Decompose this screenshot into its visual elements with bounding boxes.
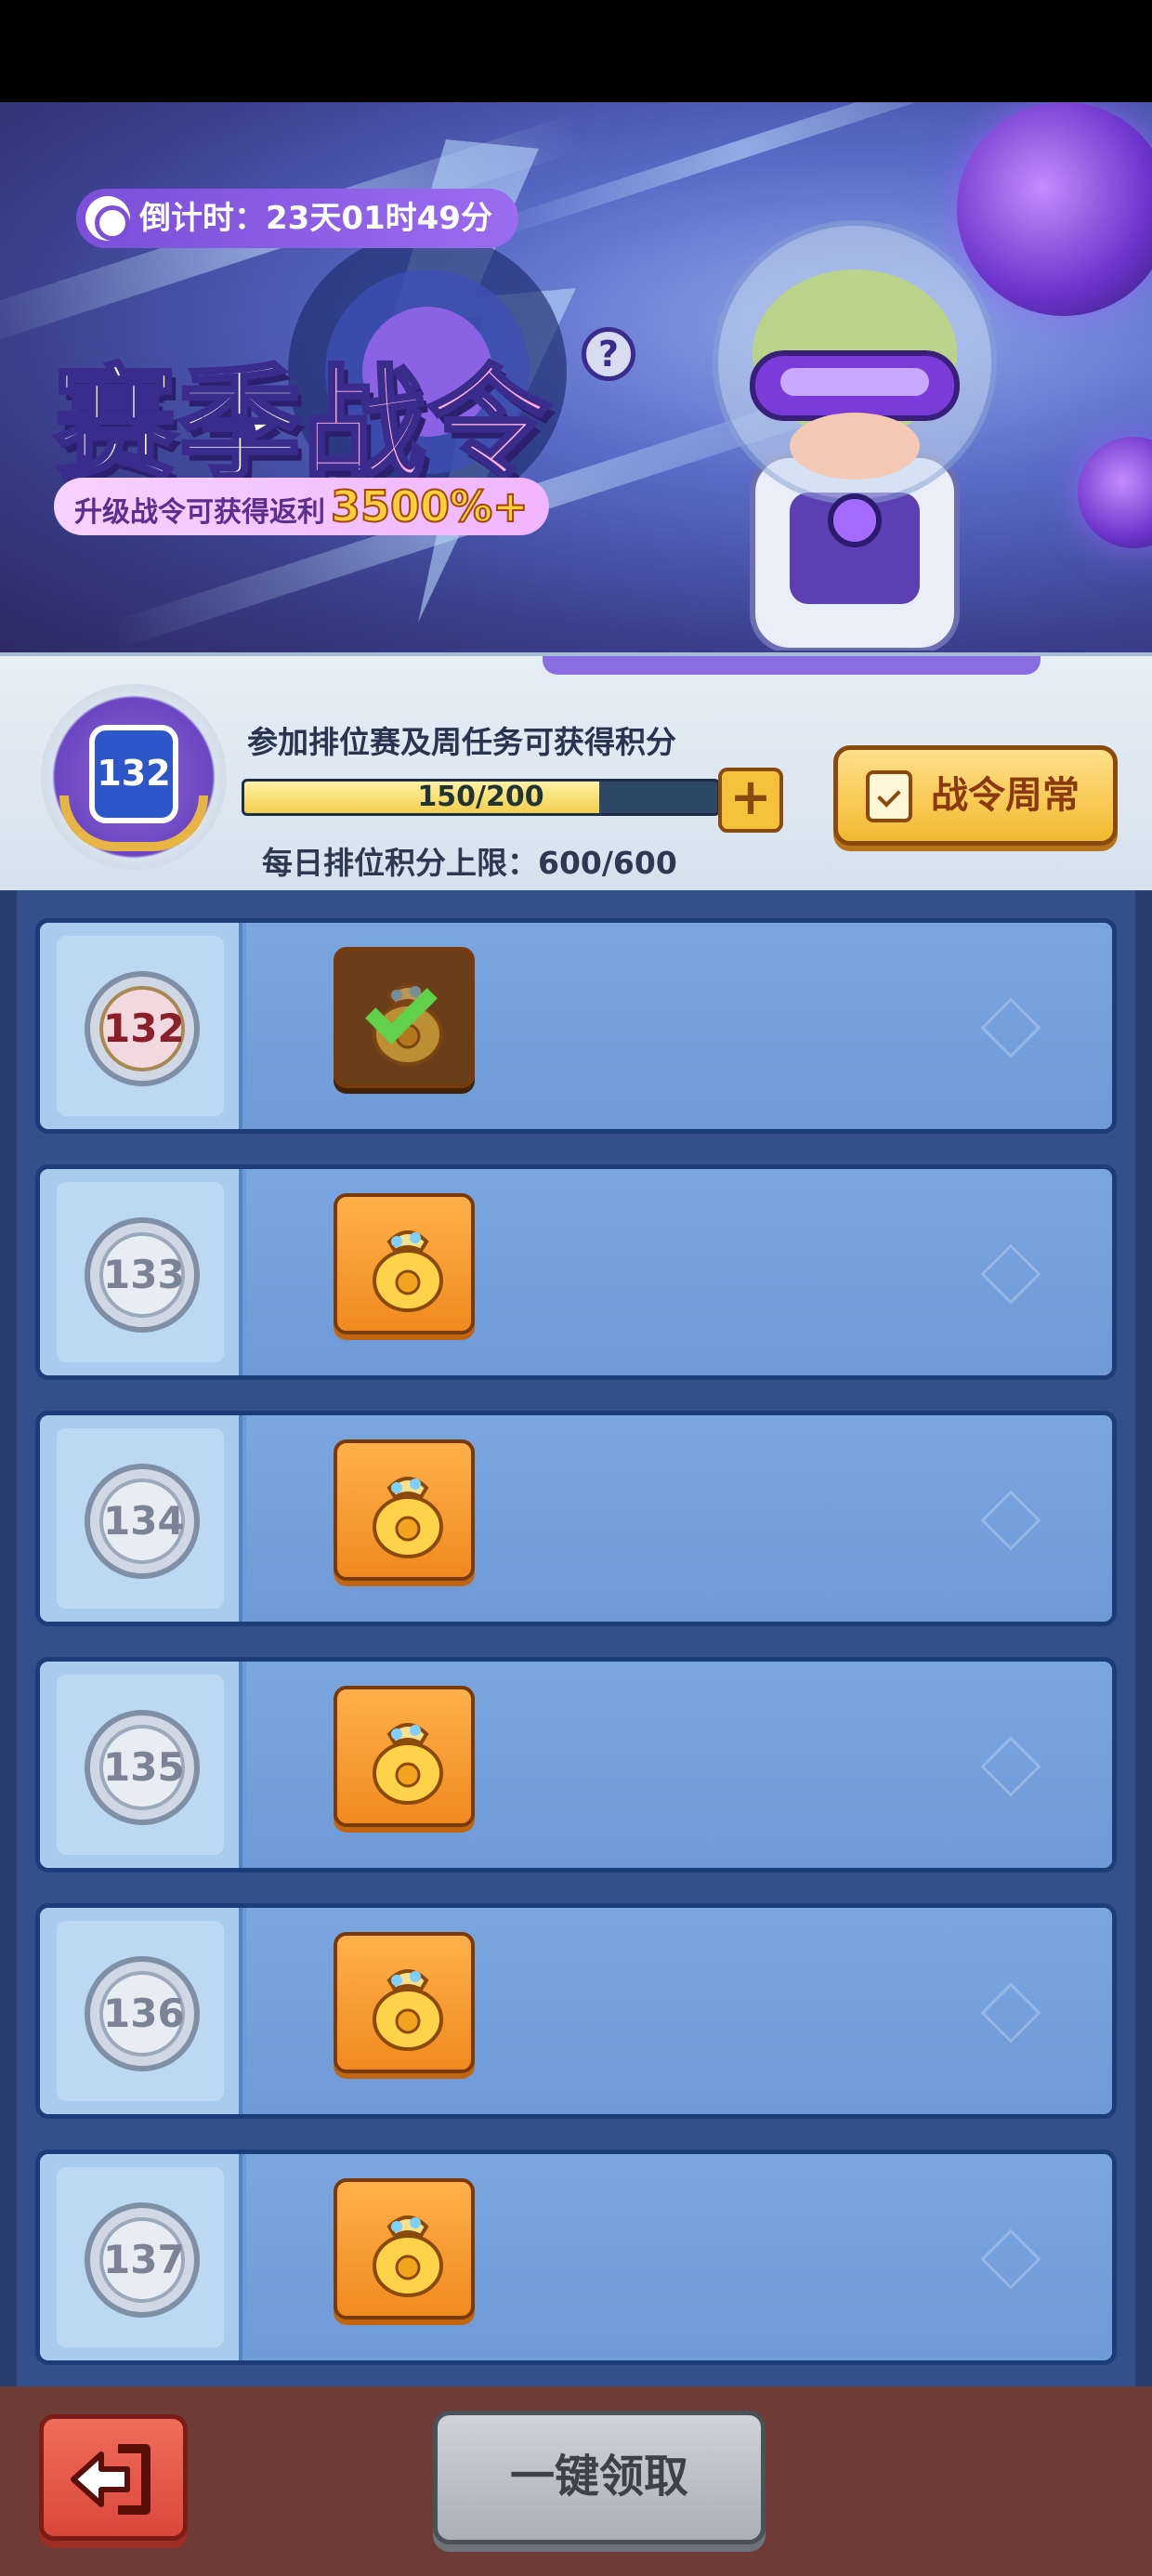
pass-progress-panel: 132 参加排位赛及周任务可获得积分 150/200 + 每日排位积分上限：60…: [0, 652, 1152, 890]
reward-item[interactable]: [334, 2178, 475, 2320]
lucky-bag-icon: [373, 1969, 443, 2051]
level-column: 133: [40, 1169, 242, 1375]
level-medal: 132: [85, 971, 200, 1086]
weekly-tasks-button[interactable]: 战令周常: [833, 745, 1118, 846]
question-icon[interactable]: ?: [582, 327, 635, 381]
reward-row: 135: [35, 1657, 1117, 1873]
pass-level-badge: 132: [41, 684, 227, 870]
level-medal: 134: [85, 1464, 200, 1579]
level-number: 134: [99, 1479, 185, 1564]
planet-decoration: [1078, 437, 1152, 548]
level-number: 137: [99, 2217, 185, 2303]
reward-item[interactable]: [334, 1193, 475, 1334]
level-column: 132: [40, 923, 242, 1129]
panel-accent-bar: [543, 656, 1041, 675]
weekly-tasks-label: 战令周常: [931, 774, 1080, 817]
rebate-percentage: 3500%+: [330, 480, 530, 532]
daily-points-limit: 每日排位积分上限：600/600: [262, 845, 677, 881]
reward-item-claimed[interactable]: [334, 947, 475, 1088]
level-medal: 135: [85, 1710, 200, 1825]
lucky-bag-icon: [373, 1230, 443, 1312]
clipboard-check-icon: [866, 770, 912, 822]
level-medal: 137: [85, 2202, 200, 2318]
lucky-bag-icon: [373, 1723, 443, 1805]
diamond-decoration: [980, 997, 1041, 1058]
progress-text: 150/200: [417, 781, 544, 813]
diamond-decoration: [980, 1243, 1041, 1305]
diamond-decoration: [980, 1736, 1041, 1797]
reward-row: 136: [35, 1903, 1117, 2119]
lucky-bag-icon: [373, 1477, 443, 1558]
level-medal: 133: [85, 1217, 200, 1333]
level-column: 137: [40, 2154, 242, 2360]
diamond-decoration: [980, 1490, 1041, 1551]
claim-all-button[interactable]: 一键领取: [433, 2411, 766, 2544]
stopwatch-icon: [85, 196, 130, 241]
diamond-decoration: [980, 2228, 1041, 2290]
title-part-2: 战令: [301, 351, 552, 498]
level-progress-bar: 150/200: [242, 779, 720, 816]
diamond-decoration: [980, 1982, 1041, 2044]
reward-item[interactable]: [334, 1439, 475, 1581]
back-button[interactable]: [39, 2414, 188, 2541]
level-medal: 136: [85, 1956, 200, 2071]
rebate-text: 升级战令可获得返利: [74, 496, 325, 529]
level-column: 136: [40, 1908, 242, 2114]
level-column: 135: [40, 1662, 242, 1868]
lucky-bag-icon: [373, 2215, 443, 2297]
pass-level-value: 132: [89, 725, 178, 823]
reward-item[interactable]: [334, 1686, 475, 1827]
character-illustration: [713, 220, 997, 651]
level-number: 132: [99, 986, 185, 1071]
reward-row: 134: [35, 1411, 1117, 1626]
reward-item[interactable]: [334, 1932, 475, 2073]
level-number: 136: [99, 1971, 185, 2057]
exit-arrow-icon: [71, 2444, 151, 2515]
level-number: 133: [99, 1232, 185, 1318]
title-part-1: 赛季: [52, 351, 303, 498]
reward-row: 132: [35, 918, 1117, 1134]
page-title: 赛季战令: [52, 325, 552, 503]
reward-row: 133: [35, 1164, 1117, 1380]
level-column: 134: [40, 1415, 242, 1622]
level-number: 135: [99, 1725, 185, 1810]
status-bar: [0, 0, 1152, 102]
rebate-subtitle: 升级战令可获得返利 3500%+: [54, 478, 549, 535]
reward-row: 137: [35, 2149, 1117, 2365]
points-description: 参加排位赛及周任务可获得积分: [247, 724, 676, 760]
reward-list[interactable]: 132 133 134 135 136 137: [0, 890, 1152, 2386]
buy-level-button[interactable]: +: [718, 768, 783, 833]
season-countdown: 倒计时：23天01时49分: [76, 189, 518, 248]
bottom-bar: 一键领取: [0, 2386, 1152, 2576]
countdown-text: 倒计时：23天01时49分: [139, 200, 492, 237]
season-pass-banner: 倒计时：23天01时49分 赛季战令 ? 升级战令可获得返利 3500%+: [0, 102, 1152, 652]
